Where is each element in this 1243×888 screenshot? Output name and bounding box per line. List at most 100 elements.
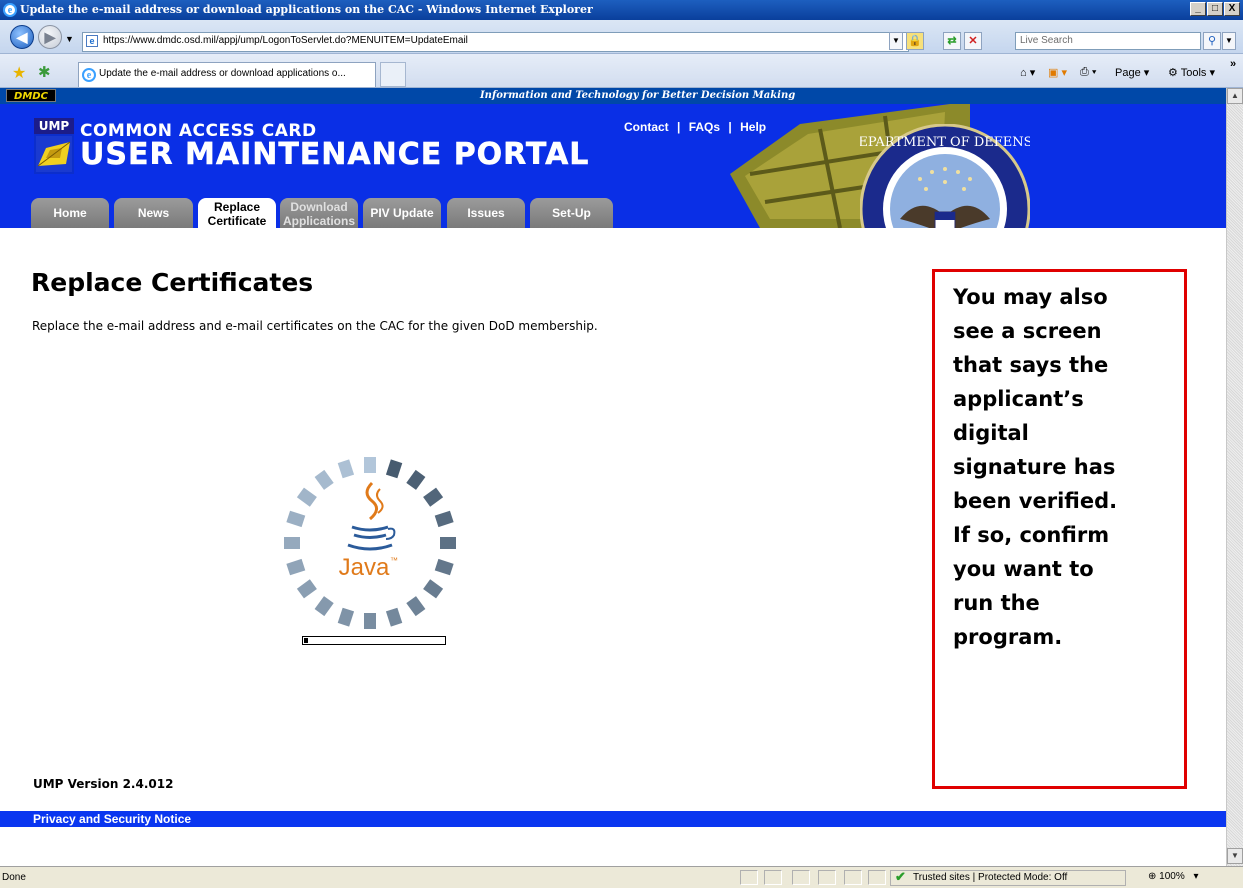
callout-line: you want to: [953, 557, 1094, 581]
help-link[interactable]: Help: [740, 120, 766, 134]
favorites-star-icon[interactable]: ★: [12, 63, 26, 83]
tab-ie-icon: e: [82, 68, 96, 82]
spinner-segment: [423, 487, 444, 507]
add-favorites-icon[interactable]: ✱: [38, 63, 51, 81]
callout-line: digital: [953, 421, 1029, 445]
browser-tab-active[interactable]: e Update the e-mail address or download …: [78, 62, 376, 87]
refresh-icon[interactable]: ⇄: [943, 32, 961, 50]
back-arrow-icon[interactable]: ◀: [10, 25, 34, 49]
tab-replace-certificate[interactable]: Replace Certificate: [198, 198, 276, 228]
search-options-icon[interactable]: ▼: [1222, 32, 1236, 50]
toolbar-overflow-icon[interactable]: »: [1230, 58, 1236, 70]
page-description: Replace the e-mail address and e-mail ce…: [32, 319, 598, 333]
spinner-segments: [284, 457, 456, 629]
java-cup-icon: [347, 481, 396, 551]
spinner-segment: [364, 457, 376, 473]
spinner-segment: [314, 469, 334, 490]
home-icon[interactable]: ⌂ ▾: [1020, 66, 1035, 79]
ump-version: UMP Version 2.4.012: [33, 777, 174, 791]
tab-replace-label-1: Replace: [213, 200, 261, 214]
link-separator: |: [728, 120, 732, 134]
security-zone-text: Trusted sites | Protected Mode: Off: [913, 872, 1068, 883]
print-icon[interactable]: ⎙ ▾: [1080, 66, 1096, 79]
zoom-control[interactable]: ⊕ 100% ▾: [1148, 870, 1228, 886]
tools-menu[interactable]: ⚙ Tools ▾: [1168, 66, 1215, 79]
portal-title-line2: USER MAINTENANCE PORTAL: [80, 137, 590, 173]
spinner-segment: [440, 537, 456, 549]
callout-line: see a screen: [953, 319, 1102, 343]
cac-card-icon: [36, 136, 72, 172]
window-title-bar: e Update the e-mail address or download …: [0, 0, 1243, 20]
spinner-segment: [337, 459, 355, 479]
search-icon[interactable]: ⚲: [1203, 32, 1221, 50]
page-icon: e: [86, 35, 98, 47]
tab-set-up[interactable]: Set-Up: [530, 198, 613, 228]
callout-line: been verified.: [953, 489, 1118, 513]
site-banner: DEPARTMENT OF DEFENSE UMP COMMON ACCESS …: [0, 104, 1226, 228]
footer-bar: Privacy and Security Notice: [0, 811, 1226, 827]
tab-news-label: News: [137, 206, 170, 220]
java-loading-spinner: Java ™: [284, 457, 456, 629]
contact-link[interactable]: Contact: [624, 120, 669, 134]
page-menu[interactable]: Page ▾: [1115, 66, 1149, 79]
java-trademark: ™: [390, 556, 398, 565]
stop-icon[interactable]: ✕: [964, 32, 982, 50]
callout-line: signature has: [953, 455, 1116, 479]
tab-download-label-2: Applications: [282, 214, 355, 228]
status-segment: [868, 870, 886, 885]
privacy-security-link[interactable]: Privacy and Security Notice: [33, 812, 191, 826]
lock-icon[interactable]: 🔒: [906, 32, 924, 50]
maximize-button[interactable]: □: [1207, 2, 1223, 16]
dmdc-logo[interactable]: DMDC: [6, 89, 56, 102]
spinner-segment: [434, 558, 454, 576]
faqs-link[interactable]: FAQs: [689, 120, 720, 134]
status-segment: [764, 870, 782, 885]
search-input[interactable]: Live Search: [1015, 32, 1201, 50]
ump-label: UMP: [34, 118, 74, 134]
status-segment: [740, 870, 758, 885]
tab-piv-label: PIV Update: [370, 206, 434, 220]
url-input[interactable]: e https://www.dmdc.osd.mil/appj/ump/Logo…: [82, 32, 909, 52]
feeds-icon[interactable]: ▣ ▾: [1048, 66, 1067, 79]
new-tab-button[interactable]: [380, 62, 406, 87]
zoom-dropdown-icon[interactable]: ▾: [1194, 871, 1199, 882]
check-icon: ✔: [895, 869, 906, 884]
address-dropdown-icon[interactable]: ▼: [889, 32, 903, 50]
seal-text: DEPARTMENT OF DEFENSE: [860, 135, 1030, 150]
close-button[interactable]: X: [1224, 2, 1240, 16]
callout-line: You may also: [953, 285, 1108, 309]
status-text: Done: [2, 872, 26, 883]
status-segment: [844, 870, 862, 885]
window-title: Update the e-mail address or download ap…: [20, 3, 593, 16]
status-segment: [792, 870, 810, 885]
spinner-segment: [364, 613, 376, 629]
spinner-segment: [284, 537, 300, 549]
callout-line: run the: [953, 591, 1040, 615]
forward-arrow-icon[interactable]: ▶: [38, 25, 62, 49]
spinner-segment: [286, 558, 306, 576]
page-menu-label: Page: [1115, 67, 1141, 79]
site-tagline: Information and Technology for Better De…: [480, 90, 796, 101]
tab-home[interactable]: Home: [31, 198, 109, 228]
history-dropdown-icon[interactable]: ▼: [65, 34, 74, 44]
tab-piv-update[interactable]: PIV Update: [363, 198, 441, 228]
zoom-level: 100%: [1159, 871, 1185, 882]
tab-news[interactable]: News: [114, 198, 193, 228]
tab-setup-label: Set-Up: [552, 206, 591, 220]
page-title: Replace Certificates: [31, 268, 314, 297]
instruction-callout-box: You may also see a screen that says the …: [932, 269, 1187, 789]
callout-line: that says the: [953, 353, 1109, 377]
vertical-scrollbar[interactable]: ▲ ▼: [1226, 88, 1243, 866]
address-bar-row: ◀ ▶ ▼ e https://www.dmdc.osd.mil/appj/um…: [0, 20, 1243, 54]
tab-issues[interactable]: Issues: [447, 198, 525, 228]
minimize-button[interactable]: _: [1190, 2, 1206, 16]
scroll-down-icon[interactable]: ▼: [1227, 848, 1243, 864]
spinner-segment: [314, 596, 334, 617]
security-zone[interactable]: ✔ Trusted sites | Protected Mode: Off: [890, 870, 1126, 886]
tab-download-applications[interactable]: Download Applications: [280, 198, 358, 228]
dod-seal-graphic: DEPARTMENT OF DEFENSE: [860, 124, 1030, 228]
spinner-segment: [406, 596, 426, 617]
scroll-up-icon[interactable]: ▲: [1227, 88, 1243, 104]
status-segment: [818, 870, 836, 885]
callout-line: program.: [953, 625, 1063, 649]
